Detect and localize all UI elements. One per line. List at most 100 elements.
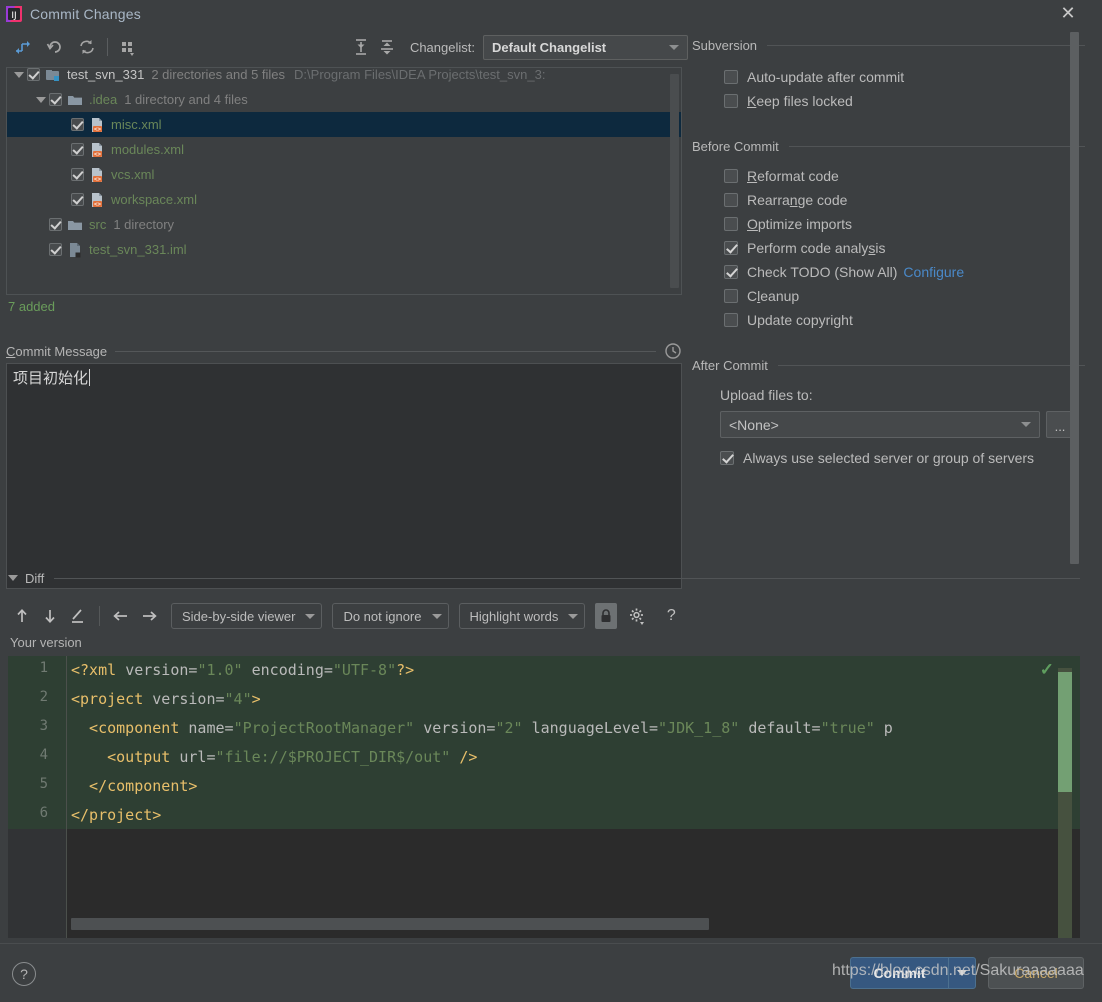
question-icon[interactable]: ? <box>657 602 685 630</box>
tree-twisty-icon[interactable] <box>11 68 27 83</box>
xml-file-icon: <> <box>89 167 105 183</box>
reformat-code-row[interactable]: Reformat code <box>692 164 1102 188</box>
checkmark-icon: ✓ <box>1039 660 1054 679</box>
update-copyright-row[interactable]: Update copyright <box>692 308 1102 332</box>
tree-toolbar: Changelist: Default Changelist <box>0 27 688 67</box>
keep-files-locked-checkbox[interactable] <box>724 94 738 108</box>
tree-row-checkbox[interactable] <box>49 218 62 231</box>
group-by-icon[interactable] <box>115 34 141 60</box>
upload-server-dropdown[interactable]: <None> <box>720 411 1040 438</box>
your-version-label: Your version <box>10 635 82 650</box>
viewer-mode-dropdown[interactable]: Side-by-side viewer <box>171 603 323 629</box>
cancel-button[interactable]: Cancel <box>988 957 1084 989</box>
options-vertical-scrollbar[interactable] <box>1070 32 1079 564</box>
close-icon[interactable]: ✕ <box>1048 0 1088 27</box>
diff-editor[interactable]: 123456 <?xml version="1.0" encoding="UTF… <box>8 656 1080 938</box>
tree-row-misc-xml[interactable]: <> misc.xml <box>7 112 681 137</box>
rearrange-code-checkbox[interactable] <box>724 193 738 207</box>
tree-row-checkbox[interactable] <box>71 118 84 131</box>
perform-code-analysis-checkbox[interactable] <box>724 241 738 255</box>
tree-vertical-scrollbar[interactable] <box>670 74 679 288</box>
always-use-server-checkbox[interactable] <box>720 451 734 465</box>
always-use-server-row[interactable]: Always use selected server or group of s… <box>692 446 1102 470</box>
tree-row-checkbox[interactable] <box>27 68 40 81</box>
optimize-imports-checkbox[interactable] <box>724 217 738 231</box>
code-token: version= <box>125 661 198 679</box>
tree-row-modules-xml[interactable]: <> modules.xml <box>7 137 681 162</box>
highlight-mode-dropdown[interactable]: Highlight words <box>458 603 586 629</box>
auto-update-after-commit-checkbox[interactable] <box>724 70 738 84</box>
gear-icon[interactable] <box>623 602 651 630</box>
ignore-mode-dropdown[interactable]: Do not ignore <box>332 603 449 629</box>
chevron-down-icon[interactable] <box>8 575 18 581</box>
code-token: "ProjectRootManager" <box>233 719 415 737</box>
code-token: <?xml <box>71 661 126 679</box>
code-token: </component> <box>71 777 198 795</box>
diff-horizontal-scrollbar[interactable] <box>71 918 709 930</box>
check-todo-row[interactable]: Check TODO (Show All) Configure <box>692 260 1102 284</box>
accept-left-icon[interactable] <box>107 602 135 630</box>
tree-row-checkbox[interactable] <box>49 243 62 256</box>
tree-twisty-icon[interactable] <box>33 92 49 108</box>
previous-difference-icon[interactable] <box>8 602 36 630</box>
revert-icon[interactable] <box>42 34 68 60</box>
changed-files-tree[interactable]: test_svn_331 2 directories and 5 files D:\… <box>6 67 682 295</box>
commit-button[interactable]: Commit <box>850 957 948 989</box>
chevron-down-icon <box>957 970 967 976</box>
rearrange-code-row[interactable]: Rearrange code <box>692 188 1102 212</box>
commit-dropdown-button[interactable] <box>948 957 976 989</box>
lock-icon[interactable] <box>595 603 618 629</box>
tree-row-checkbox[interactable] <box>49 93 62 106</box>
refresh-icon[interactable] <box>74 34 100 60</box>
section-divider <box>54 577 1080 579</box>
check-todo-checkbox[interactable] <box>724 265 738 279</box>
update-copyright-checkbox[interactable] <box>724 313 738 327</box>
folder-icon <box>67 92 83 108</box>
dialog-right-edge <box>1085 27 1102 944</box>
tree-row-checkbox[interactable] <box>71 143 84 156</box>
auto-update-after-commit-row[interactable]: Auto-update after commit <box>692 65 1102 89</box>
tree-row-test-svn-331[interactable]: test_svn_331 2 directories and 5 files D:\… <box>7 67 681 87</box>
commit-options-panel: Subversion Auto-update after commit Keep … <box>692 38 1102 563</box>
tree-row-name: misc.xml <box>111 117 162 132</box>
collapse-all-icon[interactable] <box>374 34 400 60</box>
expand-all-icon[interactable] <box>348 34 374 60</box>
reformat-code-checkbox[interactable] <box>724 169 738 183</box>
keep-files-locked-row[interactable]: Keep files locked <box>692 89 1102 113</box>
edit-source-icon[interactable] <box>64 602 92 630</box>
chevron-down-icon <box>1021 422 1031 427</box>
tree-row--idea[interactable]: .idea 1 directory and 4 files <box>7 87 681 112</box>
before-commit-title: Before Commit <box>692 139 779 154</box>
changelist-dropdown[interactable]: Default Changelist <box>483 34 688 60</box>
cleanup-checkbox[interactable] <box>724 289 738 303</box>
commit-message-input[interactable]: 项目初始化 <box>6 363 682 589</box>
error-stripe-thumb[interactable] <box>1058 672 1072 792</box>
perform-code-analysis-row[interactable]: Perform code analysis <box>692 236 1102 260</box>
optimize-imports-row[interactable]: Optimize imports <box>692 212 1102 236</box>
xml-file-icon: <> <box>89 117 105 133</box>
code-token: encoding= <box>242 661 333 679</box>
code-token: "UTF-8" <box>332 661 397 679</box>
clock-icon[interactable] <box>664 342 682 360</box>
show-diff-icon[interactable] <box>10 34 36 60</box>
keep-files-locked-label: Keep files locked <box>747 93 853 109</box>
chevron-down-icon <box>568 613 579 619</box>
tree-row-checkbox[interactable] <box>71 168 84 181</box>
tree-row-workspace-xml[interactable]: <> workspace.xml <box>7 187 681 212</box>
tree-row-vcs-xml[interactable]: <> vcs.xml <box>7 162 681 187</box>
check-todo-configure-link[interactable]: Configure <box>903 264 964 280</box>
accept-right-icon[interactable] <box>135 602 163 630</box>
tree-row-checkbox[interactable] <box>71 193 84 206</box>
diff-title: Diff <box>25 570 45 586</box>
svg-text:IJ: IJ <box>11 11 16 21</box>
cleanup-row[interactable]: Cleanup <box>692 284 1102 308</box>
code-token: /> <box>450 748 478 766</box>
help-button[interactable]: ? <box>12 962 36 986</box>
diff-gutter-empty <box>8 829 66 938</box>
tree-row-src[interactable]: src 1 directory <box>7 212 681 237</box>
tree-row-test-svn-331-iml[interactable]: test_svn_331.iml <box>7 237 681 262</box>
next-difference-icon[interactable] <box>36 602 64 630</box>
tree-row-summary: 2 directories and 5 files <box>151 67 286 82</box>
code-token: "JDK_1_8" <box>658 719 740 737</box>
